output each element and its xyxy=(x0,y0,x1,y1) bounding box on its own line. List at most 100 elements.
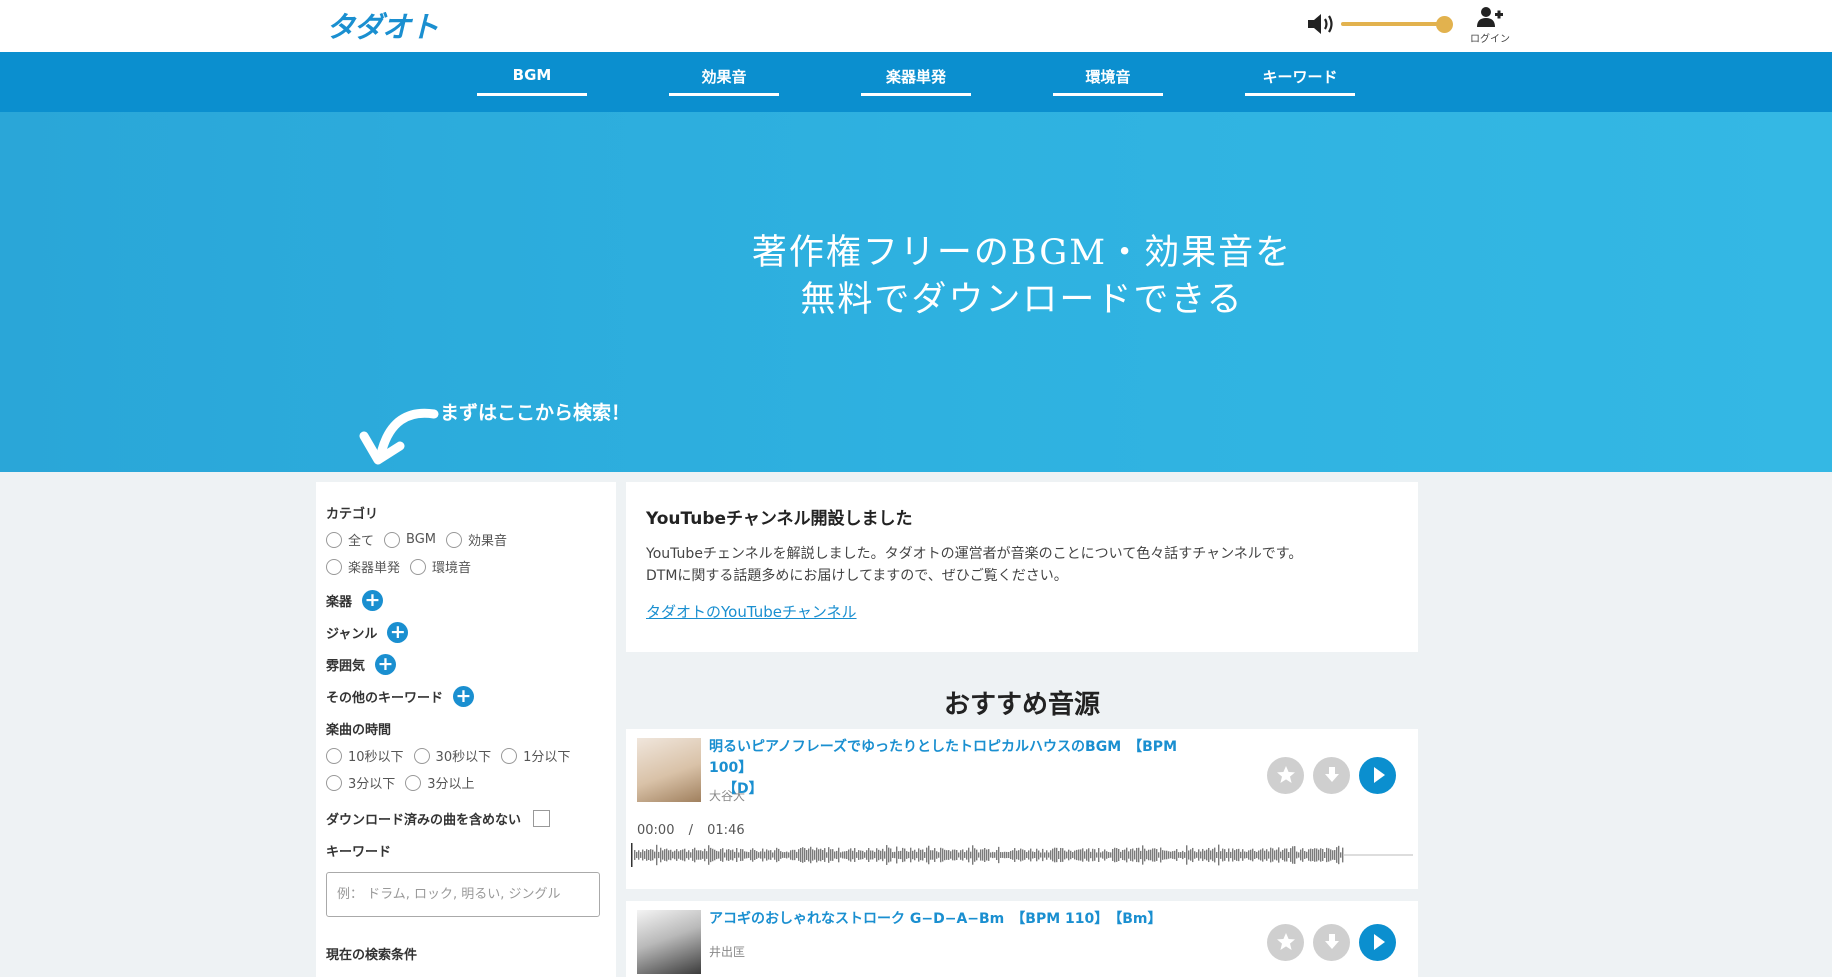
download-arrow-icon xyxy=(1324,767,1339,782)
category-radio-row-1: 全て BGM 効果音 xyxy=(326,530,606,549)
radio-circle[interactable] xyxy=(326,558,342,575)
duration-radio-30s[interactable]: 30秒以下 xyxy=(413,746,491,765)
radio-circle[interactable] xyxy=(501,747,518,764)
category-radio-bgm[interactable]: BGM xyxy=(384,530,436,549)
hero-banner: 著作権フリーのBGM・効果音を 無料でダウンロードできる まずはここから検索！ xyxy=(0,112,1832,472)
radio-label: 効果音 xyxy=(468,534,508,549)
category-radio-sfx[interactable]: 効果音 xyxy=(446,530,507,549)
nav-item-bgm[interactable]: BGM xyxy=(477,62,587,96)
youtube-notice-card: YouTubeチャンネル開設しました YouTubeチェンネルを解説しました。タ… xyxy=(626,482,1418,652)
track-title[interactable]: 明るいピアノフレーズでゆったりとしたトロピカルハウスのBGM 【BPM 100】… xyxy=(709,737,1221,800)
radio-label: 1分以下 xyxy=(523,750,571,765)
instrument-title: 楽器 xyxy=(326,594,353,610)
expand-other-keyword-icon[interactable]: + xyxy=(453,685,475,707)
mood-title: 雰囲気 xyxy=(326,658,366,674)
radio-label: 3分以下 xyxy=(348,777,396,792)
radio-circle[interactable] xyxy=(405,774,422,791)
star-icon xyxy=(1276,766,1295,783)
hero-search-hint: まずはここから検索！ xyxy=(440,402,631,424)
hero-headline: 著作権フリーのBGM・効果音を 無料でダウンロードできる xyxy=(0,230,1832,324)
duration-title: 楽曲の時間 xyxy=(326,722,392,738)
radio-circle[interactable] xyxy=(326,747,342,764)
play-button[interactable] xyxy=(1359,924,1396,961)
radio-circle[interactable] xyxy=(326,774,342,791)
hero-line-2: 無料でダウンロードできる xyxy=(800,280,1244,320)
duration-radio-3m-over[interactable]: 3分以上 xyxy=(405,773,475,792)
search-sidebar: カテゴリ 全て BGM 効果音 楽器単発 環境音 楽器 + ジャンル + 雰囲気 + … xyxy=(316,482,616,977)
genre-filter: ジャンル + xyxy=(326,621,606,643)
notice-body-line-1: YouTubeチェンネルを解説しました。タダオトの運営者が音楽のことについて色々… xyxy=(646,546,1303,562)
radio-label: 全て xyxy=(348,534,375,549)
artist-avatar[interactable] xyxy=(637,738,701,802)
duration-radio-3m-under[interactable]: 3分以下 xyxy=(326,773,395,792)
recommended-title: おすすめ音源 xyxy=(943,690,1100,720)
nav-item-ambient[interactable]: 環境音 xyxy=(1053,62,1163,96)
exclude-downloaded-checkbox[interactable] xyxy=(533,809,551,827)
nav-item-sound-effects[interactable]: 効果音 xyxy=(669,62,779,96)
track-title-line-1[interactable]: アコギのおしゃれなストローク G−D−A−Bm 【BPM 110】 【Bm】 xyxy=(709,911,1162,927)
category-title: カテゴリ xyxy=(326,506,379,522)
waveform[interactable] xyxy=(631,840,1413,870)
user-plus-icon xyxy=(1477,7,1503,27)
track-artist[interactable]: 大谷大 xyxy=(709,787,745,804)
radio-circle[interactable] xyxy=(410,558,427,575)
volume-slider-track[interactable] xyxy=(1341,22,1445,26)
category-radio-instrument[interactable]: 楽器単発 xyxy=(326,557,400,576)
current-time: 00:00 xyxy=(637,823,675,838)
volume-slider-knob[interactable] xyxy=(1436,16,1453,33)
nav-item-instrument-oneshot[interactable]: 楽器単発 xyxy=(861,62,971,96)
artist-avatar[interactable] xyxy=(637,910,701,974)
time-separator: / xyxy=(688,823,693,838)
track-card: 明るいピアノフレーズでゆったりとしたトロピカルハウスのBGM 【BPM 100】… xyxy=(626,729,1418,889)
waveform-tail xyxy=(1344,854,1413,856)
radio-circle[interactable] xyxy=(413,747,430,764)
radio-circle[interactable] xyxy=(446,531,462,548)
hero-line-1: 著作権フリーのBGM・効果音を xyxy=(751,233,1293,273)
download-button[interactable] xyxy=(1313,924,1350,961)
duration-radio-1m[interactable]: 1分以下 xyxy=(501,746,570,765)
playhead xyxy=(631,843,633,867)
radio-label: 楽器単発 xyxy=(348,561,401,576)
play-icon xyxy=(1373,934,1385,950)
exclude-downloaded-row: ダウンロード済みの曲を含めない xyxy=(326,808,606,828)
favorite-button[interactable] xyxy=(1267,757,1304,794)
notice-body-line-2: DTMに関する話題多めにお届けしてますので、ぜひご覧ください。 xyxy=(646,568,1068,584)
exclude-downloaded-label: ダウンロード済みの曲を含めない xyxy=(326,812,522,828)
nav-item-keyword[interactable]: キーワード xyxy=(1245,62,1355,96)
radio-circle[interactable] xyxy=(384,531,401,548)
play-icon xyxy=(1373,767,1385,783)
speaker-icon[interactable] xyxy=(1306,12,1334,36)
expand-genre-icon[interactable]: + xyxy=(387,621,409,643)
site-header: タダオト ログイン xyxy=(0,0,1832,52)
radio-circle[interactable] xyxy=(326,531,342,548)
download-arrow-icon xyxy=(1324,934,1339,949)
category-radio-row-2: 楽器単発 環境音 xyxy=(326,557,606,576)
category-radio-all[interactable]: 全て xyxy=(326,530,374,549)
keyword-search-input[interactable] xyxy=(326,872,600,917)
track-artist[interactable]: 井出匡 xyxy=(709,943,745,960)
radio-label: BGM xyxy=(406,532,436,547)
genre-title: ジャンル xyxy=(326,626,378,642)
instrument-filter: 楽器 + xyxy=(326,589,606,611)
radio-label: 環境音 xyxy=(432,561,472,576)
keyword-title: キーワード xyxy=(326,844,392,860)
youtube-channel-link[interactable]: タダオトのYouTubeチャンネル xyxy=(646,601,857,622)
login-button[interactable]: ログイン xyxy=(1464,6,1516,45)
site-logo[interactable]: タダオト xyxy=(326,4,439,46)
play-button[interactable] xyxy=(1359,757,1396,794)
download-button[interactable] xyxy=(1313,757,1350,794)
notice-body: YouTubeチェンネルを解説しました。タダオトの運営者が音楽のことについて色々… xyxy=(646,543,1398,587)
playback-time: 00:00 / 01:46 xyxy=(637,823,745,838)
duration-radio-row-1: 10秒以下 30秒以下 1分以下 xyxy=(326,746,606,765)
duration-radio-10s[interactable]: 10秒以下 xyxy=(326,746,404,765)
expand-instrument-icon[interactable]: + xyxy=(362,589,384,611)
track-title-line-1[interactable]: 明るいピアノフレーズでゆったりとしたトロピカルハウスのBGM 【BPM 100】 xyxy=(709,739,1177,776)
current-conditions-title: 現在の検索条件 xyxy=(326,947,418,963)
track-duration: 01:46 xyxy=(707,823,745,838)
track-title[interactable]: アコギのおしゃれなストローク G−D−A−Bm 【BPM 110】 【Bm】 xyxy=(709,909,1221,930)
expand-mood-icon[interactable]: + xyxy=(375,653,397,675)
category-radio-ambient[interactable]: 環境音 xyxy=(410,557,471,576)
favorite-button[interactable] xyxy=(1267,924,1304,961)
notice-title: YouTubeチャンネル開設しました xyxy=(646,509,913,529)
main-nav: BGM 効果音 楽器単発 環境音 キーワード xyxy=(0,52,1832,112)
